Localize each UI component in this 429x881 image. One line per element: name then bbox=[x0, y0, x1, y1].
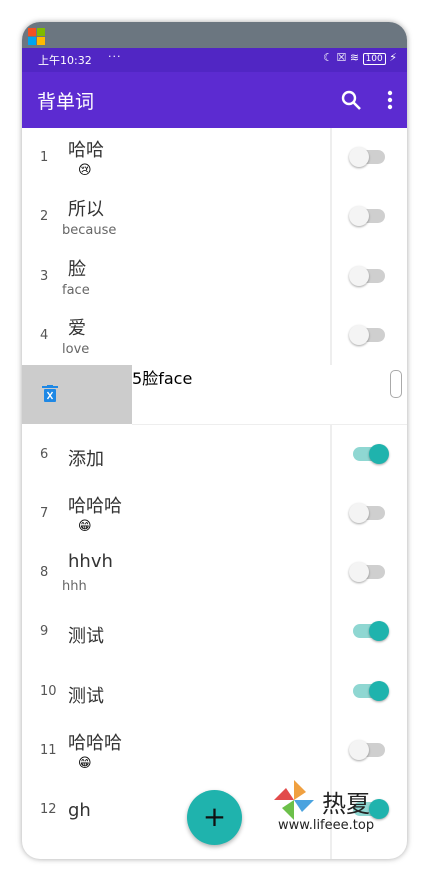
item-word: 测试 bbox=[68, 685, 104, 707]
item-number: 5 bbox=[132, 369, 143, 389]
item-word: gh bbox=[68, 800, 91, 822]
toggle-knob bbox=[349, 147, 369, 167]
item-word: 爱 bbox=[68, 317, 86, 339]
status-icons: ☾ ☒ ≋ 100 ⚡ bbox=[323, 51, 397, 65]
watermark: 热夏 www.lifeee.top bbox=[272, 778, 407, 838]
item-translation: face bbox=[62, 282, 90, 298]
list-item-swiped[interactable]: 5脸face bbox=[132, 365, 407, 426]
list-item[interactable]: 3 脸 face bbox=[22, 247, 407, 306]
item-word: 脸 bbox=[142, 369, 159, 389]
no-sim-icon: ☒ bbox=[336, 51, 347, 64]
learned-toggle[interactable] bbox=[353, 443, 389, 464]
list-item[interactable]: 1 哈哈 😢 bbox=[22, 128, 407, 187]
toggle-knob bbox=[369, 680, 389, 701]
item-number: 7 bbox=[40, 505, 49, 521]
list-item[interactable]: 9 测试 bbox=[22, 602, 407, 661]
learned-toggle[interactable] bbox=[349, 740, 385, 760]
item-translation: face bbox=[158, 369, 193, 389]
toggle-knob bbox=[349, 206, 369, 227]
watermark-title: 热夏 bbox=[322, 790, 370, 818]
item-number: 11 bbox=[40, 743, 57, 758]
learned-toggle[interactable] bbox=[349, 562, 385, 583]
phone-frame: 上午10:32 ··· ☾ ☒ ≋ 100 ⚡ 背单词 1 哈哈 😢 2 所以 becau… bbox=[22, 22, 407, 859]
app-bar: 背单词 bbox=[22, 72, 407, 128]
item-translation: because bbox=[62, 223, 117, 239]
search-icon[interactable] bbox=[339, 88, 363, 112]
toggle-knob bbox=[349, 265, 369, 286]
more-options-icon[interactable] bbox=[385, 89, 395, 111]
toggle-knob bbox=[349, 740, 369, 760]
toggle-knob bbox=[369, 621, 389, 642]
list-item[interactable]: 2 所以 because bbox=[22, 187, 407, 246]
item-translation: love bbox=[62, 341, 90, 357]
pinwheel-logo-icon bbox=[274, 780, 314, 820]
add-word-button[interactable]: + bbox=[187, 790, 242, 845]
learned-toggle[interactable] bbox=[349, 206, 385, 227]
list-item[interactable]: 7 哈哈哈 😁 bbox=[22, 484, 407, 543]
windows-logo-icon bbox=[28, 28, 46, 46]
item-number: 4 bbox=[40, 327, 49, 343]
trash-icon[interactable] bbox=[42, 385, 58, 403]
item-word: hhvh bbox=[68, 551, 113, 573]
list-item[interactable]: 8 hhvh hhh bbox=[22, 543, 407, 602]
item-number: 6 bbox=[40, 446, 49, 462]
list-item[interactable]: 11 哈哈哈 😁 bbox=[22, 721, 407, 780]
moon-icon: ☾ bbox=[323, 51, 333, 64]
learned-toggle[interactable] bbox=[349, 502, 385, 523]
page-title: 背单词 bbox=[37, 91, 95, 113]
item-word: 脸 bbox=[68, 258, 86, 280]
battery-icon: 100 bbox=[362, 53, 386, 65]
learned-toggle[interactable] bbox=[353, 621, 389, 642]
item-number: 1 bbox=[40, 150, 49, 165]
item-translation: hhh bbox=[62, 579, 87, 595]
list-item[interactable]: 6 添加 bbox=[22, 425, 407, 484]
wifi-icon: ≋ bbox=[349, 51, 360, 64]
item-number: 12 bbox=[40, 802, 57, 818]
item-word: 哈哈 bbox=[68, 140, 104, 161]
drag-handle[interactable] bbox=[390, 370, 402, 399]
item-word: 哈哈哈 bbox=[68, 495, 122, 517]
learned-toggle[interactable] bbox=[353, 680, 389, 701]
item-number: 2 bbox=[40, 209, 49, 225]
item-word: 哈哈哈 bbox=[68, 733, 122, 754]
toggle-knob bbox=[349, 502, 369, 523]
item-word: 添加 bbox=[68, 448, 104, 470]
list-item[interactable]: 10 测试 bbox=[22, 662, 407, 721]
item-emoji: 😁 bbox=[78, 756, 92, 771]
item-word: 所以 bbox=[68, 199, 104, 221]
item-number: 8 bbox=[40, 565, 49, 581]
item-word: 测试 bbox=[68, 626, 104, 648]
item-emoji: 😢 bbox=[78, 163, 92, 178]
toggle-knob bbox=[349, 562, 369, 583]
toggle-knob bbox=[349, 324, 369, 345]
charging-icon: ⚡ bbox=[389, 51, 397, 64]
watermark-url: www.lifeee.top bbox=[278, 818, 375, 833]
toggle-knob bbox=[369, 443, 389, 464]
item-number: 3 bbox=[40, 268, 49, 284]
status-bar: 上午10:32 ··· ☾ ☒ ≋ 100 ⚡ bbox=[22, 22, 407, 72]
learned-toggle[interactable] bbox=[349, 324, 385, 345]
delete-action-background[interactable] bbox=[22, 365, 132, 425]
learned-toggle[interactable] bbox=[349, 265, 385, 286]
item-emoji: 😁 bbox=[78, 518, 92, 534]
list-item[interactable]: 4 爱 love bbox=[22, 306, 407, 365]
item-number: 10 bbox=[40, 683, 57, 699]
learned-toggle[interactable] bbox=[349, 147, 385, 167]
item-number: 9 bbox=[40, 624, 49, 640]
notification-dots: ··· bbox=[108, 50, 122, 63]
status-time: 上午10:32 bbox=[38, 54, 92, 67]
